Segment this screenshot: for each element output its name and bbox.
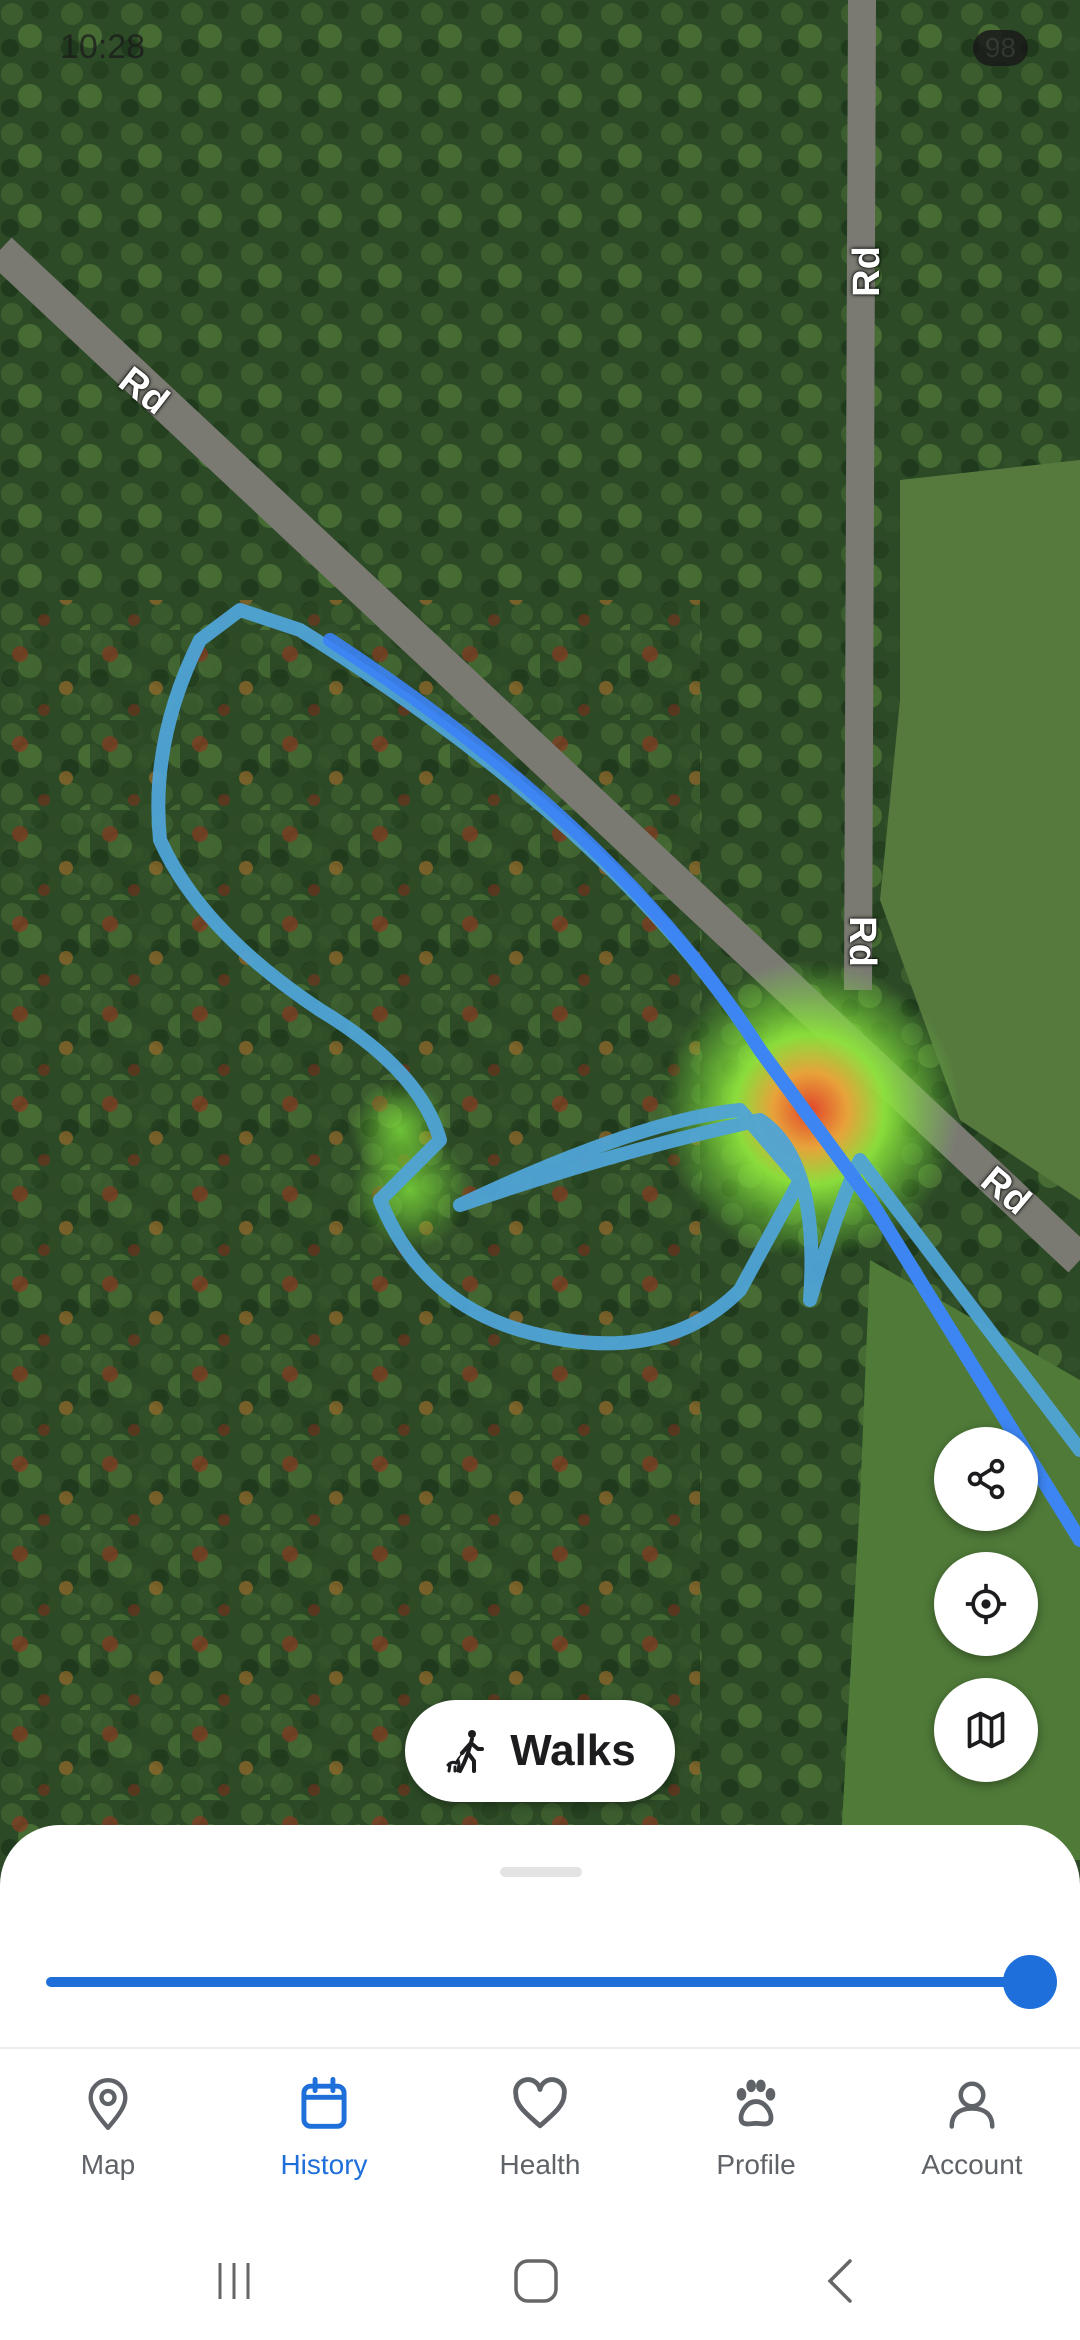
bottom-tab-bar: Map History Health Profile Account [0, 2049, 1080, 2219]
paw-icon [736, 2079, 776, 2127]
tab-map-label: Map [80, 2149, 136, 2180]
locate-button[interactable] [934, 1552, 1038, 1656]
battery-indicator: 98 [972, 30, 1028, 66]
satellite-map [0, 0, 1080, 1860]
walks-label: Walks [510, 1726, 636, 1775]
tab-profile-label: Profile [716, 2149, 796, 2180]
home-icon[interactable] [512, 2259, 560, 2303]
share-icon [967, 1458, 1005, 1500]
road-label-mid: Rd [840, 916, 883, 967]
timeline-slider-thumb[interactable] [1003, 1955, 1057, 2009]
crosshair-icon [965, 1583, 1007, 1625]
walks-button[interactable]: Walks [405, 1700, 675, 1802]
timeline-slider-track[interactable] [46, 1977, 1030, 1987]
tab-profile[interactable]: Profile [648, 2049, 864, 2219]
share-button[interactable] [934, 1427, 1038, 1531]
calendar-icon [301, 2077, 347, 2129]
map-pin-icon [88, 2078, 128, 2130]
road-label-n: Rd [845, 246, 888, 297]
map-icon [967, 1711, 1005, 1749]
dog-walker-icon [446, 1730, 485, 1773]
tab-account-label: Account [921, 2149, 1023, 2180]
map-view[interactable]: 10:28 98 Rd Rd Rd Rd [0, 0, 1080, 1860]
status-time: 10:28 [60, 28, 146, 66]
tab-account[interactable]: Account [864, 2049, 1080, 2219]
sheet-drag-handle[interactable] [500, 1867, 582, 1877]
map-layers-button[interactable] [934, 1678, 1038, 1782]
tab-health-label: Health [499, 2149, 581, 2180]
tab-history-label: History [280, 2149, 368, 2180]
heart-icon [513, 2077, 567, 2129]
back-icon[interactable] [822, 2259, 858, 2303]
tab-history[interactable]: History [216, 2049, 432, 2219]
tab-map[interactable]: Map [0, 2049, 216, 2219]
tab-health[interactable]: Health [432, 2049, 648, 2219]
person-icon [949, 2081, 995, 2129]
system-nav-bar [0, 2219, 1080, 2340]
bottom-sheet [0, 1825, 1080, 2050]
recent-apps-icon[interactable] [212, 2259, 256, 2303]
